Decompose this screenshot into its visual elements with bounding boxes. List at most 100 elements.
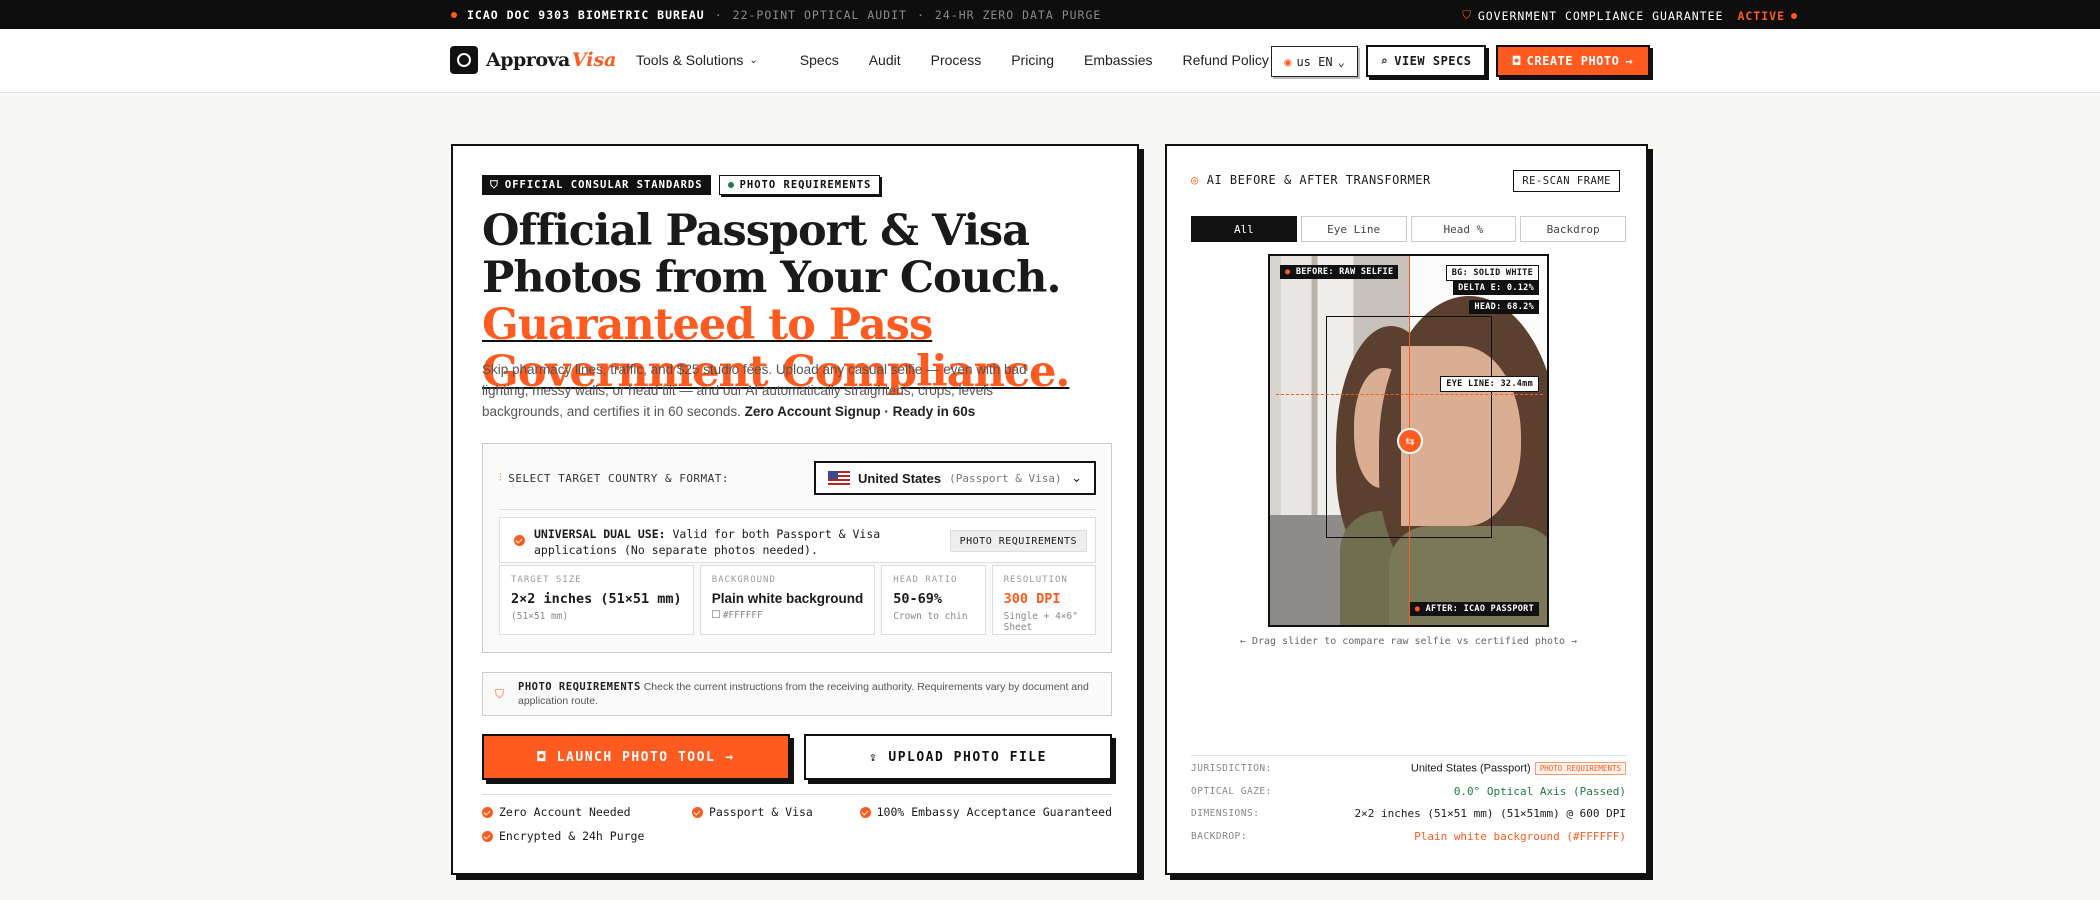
tab-eye-line[interactable]: Eye Line bbox=[1300, 216, 1407, 242]
language-value: us EN bbox=[1296, 54, 1333, 69]
country-select[interactable]: United States (Passport & Visa) ⌄ bbox=[814, 461, 1096, 495]
launch-photo-tool-button[interactable]: ◘ LAUNCH PHOTO TOOL → bbox=[482, 734, 790, 780]
top-announcement-bar: ICAO DOC 9303 BIOMETRIC BUREAU · 22-POIN… bbox=[0, 0, 2100, 29]
status-dot-icon bbox=[451, 12, 457, 18]
nav-link-pricing[interactable]: Pricing bbox=[1011, 52, 1054, 68]
tab-head-percent[interactable]: Head % bbox=[1410, 216, 1517, 242]
check-circle-icon bbox=[482, 830, 493, 842]
check-circle-icon bbox=[692, 806, 703, 818]
nav-link-audit[interactable]: Audit bbox=[869, 52, 901, 68]
country-select-label: ⫶ SELECT TARGET COUNTRY & FORMAT: bbox=[499, 471, 730, 485]
selected-format: (Passport & Visa) bbox=[949, 471, 1062, 485]
chevron-down-icon: ⌄ bbox=[1071, 470, 1082, 485]
view-specs-button[interactable]: ⌕ VIEW SPECS bbox=[1366, 45, 1486, 77]
eye-line-readout: EYE LINE: 32.4mm bbox=[1440, 376, 1539, 392]
guarantee-label: GOVERNMENT COMPLIANCE GUARANTEE bbox=[1477, 8, 1724, 23]
meta-row-dimensions: DIMENSIONS: 2×2 inches (51×51 mm) (51×51m… bbox=[1191, 807, 1626, 820]
requirements-pill[interactable]: PHOTO REQUIREMENTS bbox=[1534, 762, 1626, 775]
search-icon: ⌕ bbox=[1380, 54, 1389, 68]
main-navigation: Approva Visa Tools & Solutions ⌄ Specs Au… bbox=[0, 29, 2100, 93]
spec-head-ratio: HEAD RATIO 50-69% Crown to chin bbox=[881, 565, 986, 635]
transformer-card: ◎ AI BEFORE & AFTER TRANSFORMER RE-SCAN … bbox=[1165, 144, 1648, 875]
hero-card: ⛉ OFFICIAL CONSULAR STANDARDS PHOTO REQUI… bbox=[451, 144, 1139, 875]
delta-readout: DELTA E: 0.12% bbox=[1453, 281, 1539, 295]
chevron-down-icon: ⌄ bbox=[749, 54, 758, 66]
shield-icon: ⛉ bbox=[1462, 8, 1472, 22]
compare-slider-handle[interactable]: ⇆ bbox=[1397, 428, 1423, 454]
us-flag-icon bbox=[828, 471, 850, 485]
before-after-viewer[interactable]: ⇆ ● BEFORE: RAW SELFIE BG: SOLID WHITE D… bbox=[1268, 254, 1549, 627]
photo-requirements-button[interactable]: PHOTO REQUIREMENTS bbox=[949, 530, 1087, 552]
color-swatch-icon bbox=[711, 610, 720, 618]
swap-icon: ⇆ bbox=[1405, 435, 1415, 448]
requirements-notice: ⛉ PHOTO REQUIREMENTS Check the current i… bbox=[482, 672, 1112, 716]
feature-item: Passport & Visa bbox=[692, 805, 813, 819]
shield-icon: ⛉ bbox=[495, 687, 505, 701]
check-circle-icon bbox=[514, 535, 525, 546]
feature-item: Encrypted & 24h Purge bbox=[482, 829, 644, 843]
chevron-down-icon: ⌄ bbox=[1337, 54, 1345, 69]
nav-tools-dropdown[interactable]: Tools & Solutions ⌄ bbox=[636, 52, 758, 68]
audit-label: 22-POINT OPTICAL AUDIT bbox=[732, 8, 907, 22]
nav-link-embassies[interactable]: Embassies bbox=[1084, 52, 1152, 68]
notice-title: PHOTO REQUIREMENTS bbox=[518, 681, 641, 693]
purge-label: 24-HR ZERO DATA PURGE bbox=[934, 8, 1102, 22]
nav-link-specs[interactable]: Specs bbox=[800, 52, 839, 68]
feature-item: Zero Account Needed bbox=[482, 805, 631, 819]
view-specs-label: VIEW SPECS bbox=[1394, 54, 1472, 68]
photo-metadata: JURISDICTION: United States (Passport) PHO… bbox=[1191, 755, 1626, 846]
hero-title-main: Official Passport & Visa Photos from You… bbox=[482, 206, 1061, 303]
divider: · bbox=[916, 8, 925, 22]
hero-subtitle: Skip pharmacy lines, traffic, and $25 st… bbox=[482, 362, 1027, 419]
sliders-icon: ⫶ bbox=[499, 471, 503, 484]
nav-link-process[interactable]: Process bbox=[931, 52, 982, 68]
hero-tags: ⛉ OFFICIAL CONSULAR STANDARDS PHOTO REQUI… bbox=[482, 175, 881, 195]
spec-target-size: TARGET SIZE 2×2 inches (51×51 mm) (51×51… bbox=[499, 565, 694, 635]
head-readout: HEAD: 68.2% bbox=[1469, 300, 1539, 314]
photo-requirements-tag[interactable]: PHOTO REQUIREMENTS bbox=[718, 175, 881, 195]
country-format-panel: ⫶ SELECT TARGET COUNTRY & FORMAT: United… bbox=[482, 443, 1112, 653]
rescan-frame-button[interactable]: RE-SCAN FRAME bbox=[1513, 170, 1620, 192]
official-standards-tag: ⛉ OFFICIAL CONSULAR STANDARDS bbox=[482, 175, 711, 195]
selected-country: United States bbox=[858, 470, 942, 486]
camera-icon: ◘ bbox=[537, 749, 547, 765]
shield-check-icon: ⛉ bbox=[490, 178, 499, 191]
tab-backdrop[interactable]: Backdrop bbox=[1520, 216, 1626, 242]
brand-name: Approva bbox=[486, 49, 570, 71]
spec-background: BACKGROUND Plain white background #FFFFF… bbox=[699, 565, 876, 635]
active-dot-icon bbox=[1791, 12, 1797, 19]
globe-icon: ◉ bbox=[1284, 54, 1292, 69]
hero-subtitle-bold: Zero Account Signup · Ready in 60s bbox=[744, 404, 976, 419]
slider-hint: ← Drag slider to compare raw selfie vs c… bbox=[1239, 636, 1578, 647]
language-selector[interactable]: ◉ us EN ⌄ bbox=[1271, 46, 1358, 77]
upload-icon: ⇪ bbox=[869, 749, 879, 765]
create-photo-button[interactable]: ◘ CREATE PHOTO → bbox=[1496, 45, 1650, 77]
brand-logo[interactable]: Approva Visa bbox=[450, 46, 617, 74]
spec-resolution: RESOLUTION 300 DPI Single + 4×6" Sheet bbox=[991, 565, 1096, 635]
bg-readout: BG: SOLID WHITE bbox=[1445, 265, 1539, 281]
after-label: ● AFTER: ICAO PASSPORT bbox=[1409, 602, 1539, 616]
arrow-right-icon: → bbox=[725, 749, 735, 765]
camera-logo-icon bbox=[450, 46, 478, 74]
feature-item: 100% Embassy Acceptance Guaranteed bbox=[859, 805, 1112, 819]
before-label: ● BEFORE: RAW SELFIE bbox=[1280, 265, 1399, 279]
tab-all[interactable]: All bbox=[1191, 216, 1297, 242]
nav-link-refund[interactable]: Refund Policy bbox=[1182, 52, 1268, 68]
create-photo-label: CREATE PHOTO bbox=[1526, 54, 1620, 68]
meta-row-backdrop: BACKDROP: Plain white background (#FFFFFF… bbox=[1191, 829, 1626, 843]
meta-row-jurisdiction: JURISDICTION: United States (Passport) PHO… bbox=[1191, 756, 1626, 779]
camera-icon: ◘ bbox=[1512, 54, 1521, 68]
divider: · bbox=[714, 8, 723, 22]
meta-row-gaze: OPTICAL GAZE: 0.0° Optical Axis (Passed) bbox=[1191, 784, 1626, 798]
feature-list: Zero Account Needed Passport & Visa 100%… bbox=[482, 794, 1112, 843]
transformer-header: ◎ AI BEFORE & AFTER TRANSFORMER bbox=[1191, 173, 1431, 187]
green-dot-icon bbox=[727, 182, 734, 188]
check-circle-icon bbox=[859, 806, 871, 818]
arrow-right-icon: → bbox=[1625, 54, 1634, 68]
upload-photo-button[interactable]: ⇪ UPLOAD PHOTO FILE bbox=[804, 734, 1112, 780]
spec-cards: TARGET SIZE 2×2 inches (51×51 mm) (51×51… bbox=[499, 565, 1096, 635]
active-status: ACTIVE bbox=[1737, 8, 1785, 23]
brand-accent: Visa bbox=[571, 49, 617, 71]
dual-use-notice: UNIVERSAL DUAL USE: Valid for both Passp… bbox=[499, 517, 1096, 563]
dual-use-label: UNIVERSAL DUAL USE: bbox=[534, 527, 666, 541]
